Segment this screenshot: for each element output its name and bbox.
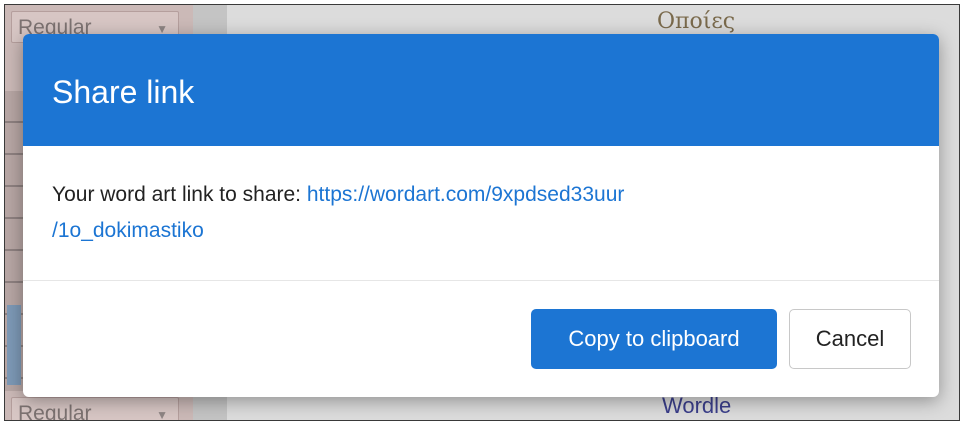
font-style-value-2: Regular bbox=[18, 402, 92, 421]
copy-to-clipboard-button[interactable]: Copy to clipboard bbox=[531, 309, 777, 369]
cancel-button[interactable]: Cancel bbox=[789, 309, 911, 369]
dialog-divider bbox=[23, 280, 939, 281]
chevron-down-icon: ▼ bbox=[156, 408, 168, 421]
share-link-dialog: Share link Your word art link to share: … bbox=[23, 34, 939, 397]
dialog-title: Share link bbox=[52, 74, 195, 110]
dialog-header: Share link bbox=[23, 34, 939, 146]
share-link-line1: https://wordart.com/9xpdsed33uur bbox=[306, 183, 625, 206]
selected-row-highlight bbox=[7, 305, 21, 385]
font-style-select-2[interactable]: Regular ▼ bbox=[11, 397, 179, 421]
share-link-line2: /1o_dokimastiko bbox=[52, 219, 204, 242]
canvas-word: Οποίες bbox=[657, 9, 736, 34]
dialog-body: Your word art link to share: https://wor… bbox=[52, 177, 912, 249]
share-description: Your word art link to share: bbox=[52, 183, 307, 206]
